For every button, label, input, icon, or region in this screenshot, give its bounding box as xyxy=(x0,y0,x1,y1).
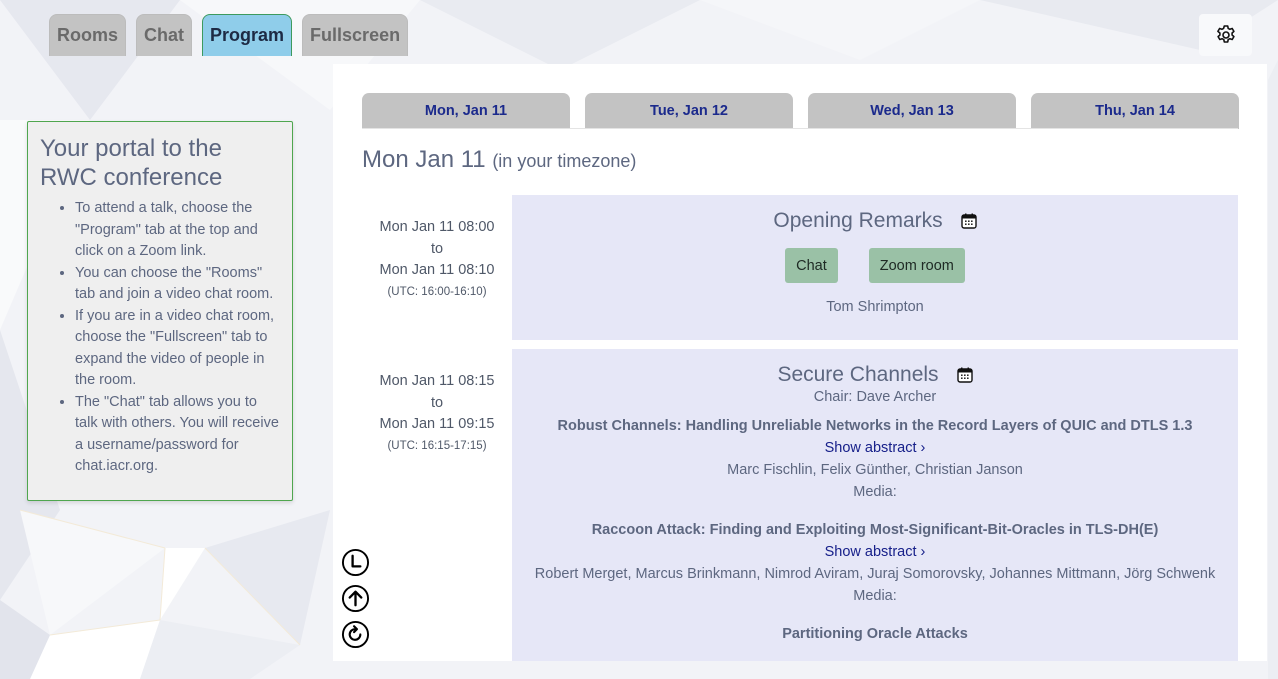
talk-media: Media: xyxy=(853,588,897,604)
clock-icon[interactable] xyxy=(341,548,370,577)
divider xyxy=(362,128,1238,129)
tab-rooms[interactable]: Rooms xyxy=(49,14,127,56)
session-to: to xyxy=(430,394,444,411)
calendar-icon[interactable] xyxy=(956,367,973,383)
session-utc: (UTC: 16:00-16:10) xyxy=(387,285,487,298)
session-utc: (UTC: 16:15-17:15) xyxy=(387,439,487,452)
floating-controls xyxy=(341,548,370,649)
session-row: Mon Jan 11 08:15 to Mon Jan 11 09:15 (UT… xyxy=(362,349,1238,661)
day-tab-mon[interactable]: Mon, Jan 11 xyxy=(362,93,570,129)
talk-item: Raccoon Attack: Finding and Exploiting M… xyxy=(512,521,1238,605)
session-time: Mon Jan 11 08:00 to Mon Jan 11 08:10 (UT… xyxy=(362,195,512,340)
session-speaker: Tom Shrimpton xyxy=(826,299,924,315)
calendar-icon[interactable] xyxy=(960,213,977,229)
day-heading: Mon Jan 11 (in your timezone) xyxy=(362,146,636,174)
info-item: You can choose the "Rooms" tab and join … xyxy=(75,263,280,306)
session-title-wrap: Opening Remarks xyxy=(773,209,977,233)
talk-item: Robust Channels: Handling Unreliable Net… xyxy=(512,417,1238,501)
talk-title: Raccoon Attack: Finding and Exploiting M… xyxy=(591,522,1159,538)
day-heading-subtitle: (in your timezone) xyxy=(492,151,637,171)
refresh-icon[interactable] xyxy=(341,620,370,649)
info-list: To attend a talk, choose the "Program" t… xyxy=(40,198,280,478)
show-abstract-link[interactable]: Show abstract › xyxy=(825,543,926,561)
session-end: Mon Jan 11 08:10 xyxy=(379,262,495,278)
day-heading-date: Mon Jan 11 xyxy=(362,146,486,173)
session-time: Mon Jan 11 08:15 to Mon Jan 11 09:15 (UT… xyxy=(362,349,512,661)
top-nav-tabs: Rooms Chat Program Fullscreen xyxy=(49,14,409,56)
session-to: to xyxy=(430,240,444,257)
info-title: Your portal to the RWC conference xyxy=(40,135,223,191)
tab-fullscreen[interactable]: Fullscreen xyxy=(302,14,409,56)
talk-authors: Marc Fischlin, Felix Günther, Christian … xyxy=(727,462,1023,478)
talk-title: Robust Channels: Handling Unreliable Net… xyxy=(557,418,1193,434)
session-start: Mon Jan 11 08:00 xyxy=(379,219,495,235)
info-item: To attend a talk, choose the "Program" t… xyxy=(75,198,280,263)
chat-button[interactable]: Chat xyxy=(785,248,838,283)
settings-button[interactable] xyxy=(1199,14,1252,56)
info-item: If you are in a video chat room, choose … xyxy=(75,306,280,392)
info-panel: Your portal to the RWC conference To att… xyxy=(27,121,293,501)
day-tab-thu[interactable]: Thu, Jan 14 xyxy=(1031,93,1239,129)
session-card: Opening Remarks Chat Zoom room Tom Shrim… xyxy=(512,195,1238,340)
day-tab-tue[interactable]: Tue, Jan 12 xyxy=(585,93,793,129)
session-row: Mon Jan 11 08:00 to Mon Jan 11 08:10 (UT… xyxy=(362,195,1238,340)
tab-program[interactable]: Program xyxy=(202,14,293,56)
talk-item: Partitioning Oracle Attacks xyxy=(512,625,1238,643)
gear-icon xyxy=(1216,25,1235,43)
talk-authors: Robert Merget, Marcus Brinkmann, Nimrod … xyxy=(534,566,1216,582)
program-panel: Mon, Jan 11 Tue, Jan 12 Wed, Jan 13 Thu,… xyxy=(333,64,1267,661)
show-abstract-link[interactable]: Show abstract › xyxy=(825,439,926,457)
info-item: The "Chat" tab allows you to talk with o… xyxy=(75,392,280,478)
session-title: Opening Remarks xyxy=(773,209,943,232)
talk-title: Partitioning Oracle Attacks xyxy=(782,626,968,642)
session-card: Secure Channels Chair: Dave Archer Robus… xyxy=(512,349,1238,661)
zoom-room-button[interactable]: Zoom room xyxy=(868,248,965,283)
talk-media: Media: xyxy=(853,484,897,500)
tab-chat[interactable]: Chat xyxy=(136,14,193,56)
session-start: Mon Jan 11 08:15 xyxy=(379,373,495,389)
arrow-up-icon[interactable] xyxy=(341,584,370,613)
session-buttons: Chat Zoom room xyxy=(512,248,1238,283)
day-tabs: Mon, Jan 11 Tue, Jan 12 Wed, Jan 13 Thu,… xyxy=(362,93,1239,129)
session-title-wrap: Secure Channels xyxy=(777,363,973,387)
session-title: Secure Channels xyxy=(777,363,939,386)
session-end: Mon Jan 11 09:15 xyxy=(379,416,495,432)
session-chair: Chair: Dave Archer xyxy=(813,389,937,405)
day-tab-wed[interactable]: Wed, Jan 13 xyxy=(808,93,1016,129)
